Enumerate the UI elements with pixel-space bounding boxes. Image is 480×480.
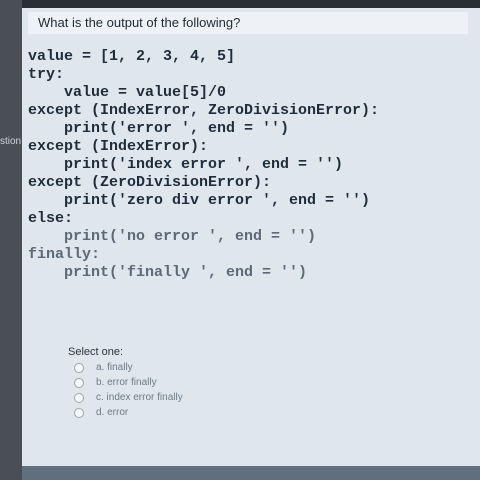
radio-button-icon[interactable] xyxy=(74,392,84,403)
code-line-2: try: xyxy=(28,66,65,83)
code-line-4: except (IndexError, ZeroDivisionError): xyxy=(28,102,380,119)
code-line-10: else: xyxy=(28,210,74,227)
radio-button-icon[interactable] xyxy=(74,377,84,388)
code-line-6: except (IndexError): xyxy=(28,138,209,155)
select-one-label: Select one: xyxy=(68,346,124,358)
code-line-3: value = value[5]/0 xyxy=(28,84,227,101)
code-line-11: print('no error ', end = '') xyxy=(28,228,317,245)
left-sidebar xyxy=(0,0,22,480)
radio-button-icon[interactable] xyxy=(74,407,84,418)
answer-option-label: c. index error finally xyxy=(96,392,183,403)
answer-option-d[interactable]: d. error xyxy=(74,407,183,418)
answer-option-c[interactable]: c. index error finally xyxy=(74,392,183,403)
answer-option-label: d. error xyxy=(96,407,129,418)
question-text: What is the output of the following? xyxy=(28,12,468,34)
bottom-bar xyxy=(22,466,480,480)
code-line-1: value = [1, 2, 3, 4, 5] xyxy=(28,48,236,65)
sidebar-label: stion xyxy=(0,136,22,147)
code-line-13: print('finally ', end = '') xyxy=(28,264,308,281)
answer-option-label: b. error finally xyxy=(96,377,157,388)
code-line-7: print('index error ', end = '') xyxy=(28,156,344,173)
answer-option-a[interactable]: a. finally xyxy=(74,362,183,373)
code-line-8: except (ZeroDivisionError): xyxy=(28,174,272,191)
answer-option-label: a. finally xyxy=(96,362,133,373)
radio-button-icon[interactable] xyxy=(74,362,84,373)
code-line-12: finally: xyxy=(28,246,101,263)
answer-options: a. finally b. error finally c. index err… xyxy=(74,362,183,422)
code-line-5: print('error ', end = '') xyxy=(28,120,290,137)
code-block: value = [1, 2, 3, 4, 5] try: value = val… xyxy=(28,48,458,282)
answer-option-b[interactable]: b. error finally xyxy=(74,377,183,388)
code-line-9: print('zero div error ', end = '') xyxy=(28,192,371,209)
